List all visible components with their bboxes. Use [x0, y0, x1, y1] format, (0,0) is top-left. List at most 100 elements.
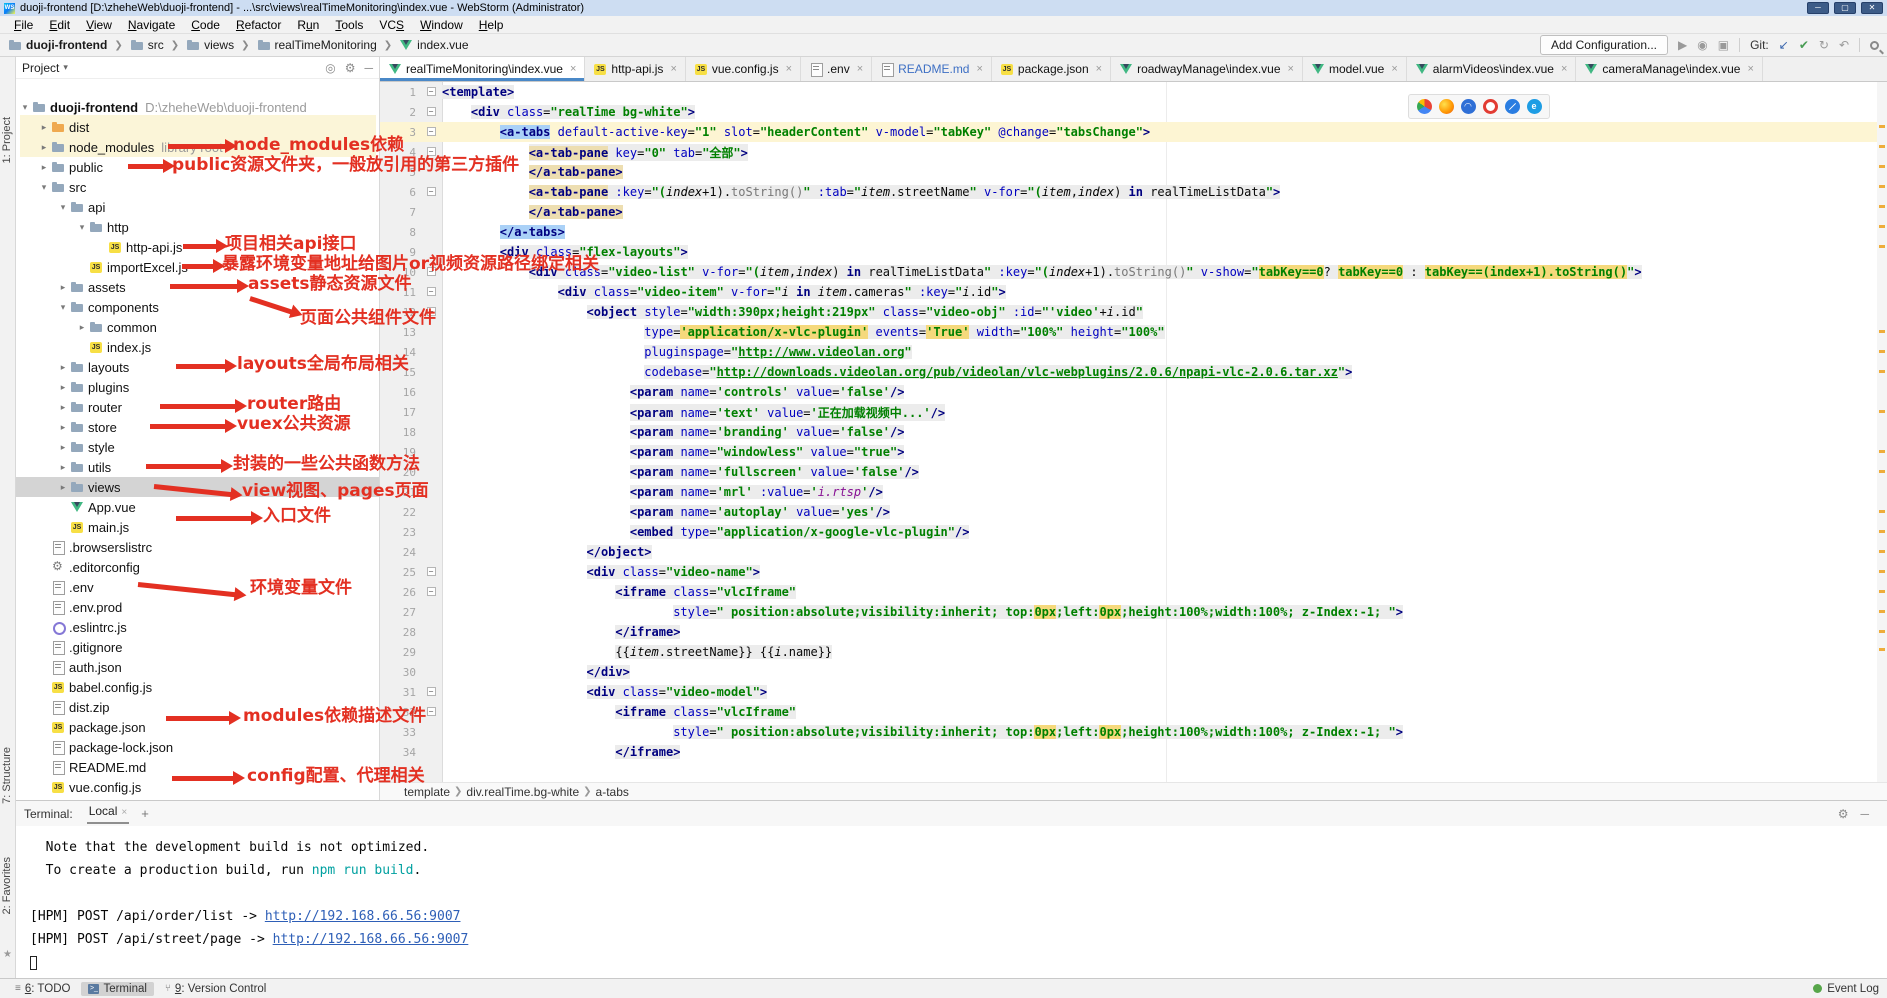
- fold-marker[interactable]: −: [420, 287, 442, 297]
- tree-item-api[interactable]: ▾api: [16, 197, 379, 217]
- code-line[interactable]: 16 <param name='controls' value='false'/…: [380, 382, 1887, 402]
- code-line[interactable]: 7 </a-tab-pane>: [380, 202, 1887, 222]
- menu-item-run[interactable]: Run: [289, 18, 327, 32]
- close-icon[interactable]: ×: [121, 807, 127, 818]
- code-line[interactable]: 32− <iframe class="vlcIframe": [380, 702, 1887, 722]
- fold-marker[interactable]: −: [420, 687, 442, 697]
- tree-item-dist-zip[interactable]: dist.zip: [16, 697, 379, 717]
- statusbar-event-log[interactable]: Event Log: [1813, 983, 1879, 995]
- maximize-button[interactable]: ▢: [1834, 2, 1856, 14]
- code-line[interactable]: 13 type='application/x-vlc-plugin' event…: [380, 322, 1887, 342]
- tree-item--editorconfig[interactable]: .editorconfig: [16, 557, 379, 577]
- minimize-button[interactable]: ─: [1807, 2, 1829, 14]
- profile-icon[interactable]: ▣: [1718, 38, 1729, 52]
- chevron-down-icon[interactable]: ▾: [75, 222, 89, 233]
- terminal-link[interactable]: http://192.168.66.56:9007: [273, 932, 469, 947]
- menu-item-edit[interactable]: Edit: [41, 18, 78, 32]
- tab-close-icon[interactable]: ×: [1561, 63, 1567, 75]
- stripe-favorites-button[interactable]: 2: Favorites: [1, 857, 13, 914]
- project-panel-header[interactable]: Project ▾ ◎ ⚙ ─: [16, 57, 379, 79]
- firefox-browser-icon[interactable]: [1439, 99, 1454, 114]
- fold-collapse-icon[interactable]: −: [427, 567, 436, 576]
- menu-item-help[interactable]: Help: [471, 18, 512, 32]
- fold-collapse-icon[interactable]: −: [427, 107, 436, 116]
- locate-file-icon[interactable]: ◎: [325, 61, 335, 75]
- fold-collapse-icon[interactable]: −: [427, 267, 436, 276]
- editor-tab[interactable]: alarmVideos\index.vue×: [1407, 57, 1577, 81]
- tab-close-icon[interactable]: ×: [786, 63, 792, 75]
- fold-marker[interactable]: −: [420, 187, 442, 197]
- tab-close-icon[interactable]: ×: [670, 63, 676, 75]
- fold-marker[interactable]: −: [420, 87, 442, 97]
- editor-scrollbar[interactable]: [1877, 82, 1887, 782]
- code-line[interactable]: 10− <div class="video-list" v-for="(item…: [380, 262, 1887, 282]
- menu-item-view[interactable]: View: [78, 18, 120, 32]
- code-line[interactable]: 21 <param name='mrl' :value='i.rtsp'/>: [380, 482, 1887, 502]
- breadcrumb-item-realtimemonitoring[interactable]: realTimeMonitoring: [275, 38, 377, 52]
- tree-item--eslintrc-js[interactable]: .eslintrc.js: [16, 617, 379, 637]
- chevron-right-icon[interactable]: ▸: [37, 142, 51, 153]
- editor-tab[interactable]: README.md×: [872, 57, 992, 81]
- tab-close-icon[interactable]: ×: [1288, 63, 1294, 75]
- fold-collapse-icon[interactable]: −: [427, 587, 436, 596]
- tree-item-utils[interactable]: ▸utils: [16, 457, 379, 477]
- statusbar-9-version-control[interactable]: ⑂9: Version Control: [158, 982, 273, 996]
- tree-item-node-modules[interactable]: ▸node_moduleslibrary root: [16, 137, 379, 157]
- chevron-right-icon[interactable]: ▸: [56, 362, 70, 373]
- editor-tab[interactable]: .env×: [801, 57, 872, 81]
- breadcrumb-item-duoji-frontend[interactable]: duoji-frontend: [26, 38, 107, 52]
- code-line[interactable]: 5 </a-tab-pane>: [380, 162, 1887, 182]
- code-line[interactable]: 11− <div class="video-item" v-for="i in …: [380, 282, 1887, 302]
- code-line[interactable]: 17 <param name='text' value='正在加载视频中...'…: [380, 402, 1887, 422]
- opera-browser-icon[interactable]: [1483, 99, 1498, 114]
- breadcrumb-item-src[interactable]: src: [148, 38, 164, 52]
- fold-collapse-icon[interactable]: −: [427, 307, 436, 316]
- editor-breadcrumb-item[interactable]: a-tabs: [596, 785, 629, 799]
- tree-item-http-api-js[interactable]: http-api.js: [16, 237, 379, 257]
- chevron-right-icon[interactable]: ▸: [56, 482, 70, 493]
- tree-item--env[interactable]: .env: [16, 577, 379, 597]
- tree-item--browserslistrc[interactable]: .browserslistrc: [16, 537, 379, 557]
- menu-item-code[interactable]: Code: [183, 18, 228, 32]
- fold-marker[interactable]: −: [420, 707, 442, 717]
- fold-marker[interactable]: −: [420, 587, 442, 597]
- debug-icon[interactable]: ◉: [1697, 38, 1707, 52]
- code-line[interactable]: 14 pluginspage="http://www.videolan.org": [380, 342, 1887, 362]
- chrome-browser-icon[interactable]: [1417, 99, 1432, 114]
- favorites-star-icon[interactable]: ★: [3, 949, 12, 960]
- run-icon[interactable]: ▶: [1678, 38, 1687, 52]
- tree-item--env-prod[interactable]: .env.prod: [16, 597, 379, 617]
- terminal-output[interactable]: Note that the development build is not o…: [16, 826, 1887, 978]
- tree-item-common[interactable]: ▸common: [16, 317, 379, 337]
- code-line[interactable]: 23 <embed type="application/x-google-vlc…: [380, 522, 1887, 542]
- tab-close-icon[interactable]: ×: [570, 63, 576, 75]
- tree-item-app-vue[interactable]: App.vue: [16, 497, 379, 517]
- statusbar-6-todo[interactable]: ≡6: TODO: [8, 982, 77, 996]
- code-editor[interactable]: 1−<template>2− <div class="realTime bg-w…: [380, 82, 1887, 782]
- fold-marker[interactable]: −: [420, 267, 442, 277]
- tree-item-http[interactable]: ▾http: [16, 217, 379, 237]
- fold-collapse-icon[interactable]: −: [427, 127, 436, 136]
- menu-item-vcs[interactable]: VCS: [371, 18, 412, 32]
- chevron-right-icon[interactable]: ▸: [56, 442, 70, 453]
- code-line[interactable]: 3− <a-tabs default-active-key="1" slot="…: [380, 122, 1887, 142]
- code-line[interactable]: 4− <a-tab-pane key="0" tab="全部">: [380, 142, 1887, 162]
- tree-item-public[interactable]: ▸public: [16, 157, 379, 177]
- chevron-right-icon[interactable]: ▸: [56, 282, 70, 293]
- tree-item-components[interactable]: ▾components: [16, 297, 379, 317]
- code-line[interactable]: 15 codebase="http://downloads.videolan.o…: [380, 362, 1887, 382]
- code-line[interactable]: 2− <div class="realTime bg-white">: [380, 102, 1887, 122]
- fold-marker[interactable]: −: [420, 147, 442, 157]
- fold-collapse-icon[interactable]: −: [427, 687, 436, 696]
- code-line[interactable]: 24 </object>: [380, 542, 1887, 562]
- chevron-down-icon[interactable]: ▾: [56, 202, 70, 213]
- tab-close-icon[interactable]: ×: [857, 63, 863, 75]
- fold-collapse-icon[interactable]: −: [427, 287, 436, 296]
- menu-item-refactor[interactable]: Refactor: [228, 18, 289, 32]
- tab-close-icon[interactable]: ×: [1747, 63, 1753, 75]
- fold-marker[interactable]: −: [420, 127, 442, 137]
- add-configuration-button[interactable]: Add Configuration...: [1540, 35, 1668, 55]
- fold-collapse-icon[interactable]: −: [427, 147, 436, 156]
- git-commit-icon[interactable]: ✔: [1799, 38, 1809, 52]
- code-line[interactable]: 12− <object style="width:390px;height:21…: [380, 302, 1887, 322]
